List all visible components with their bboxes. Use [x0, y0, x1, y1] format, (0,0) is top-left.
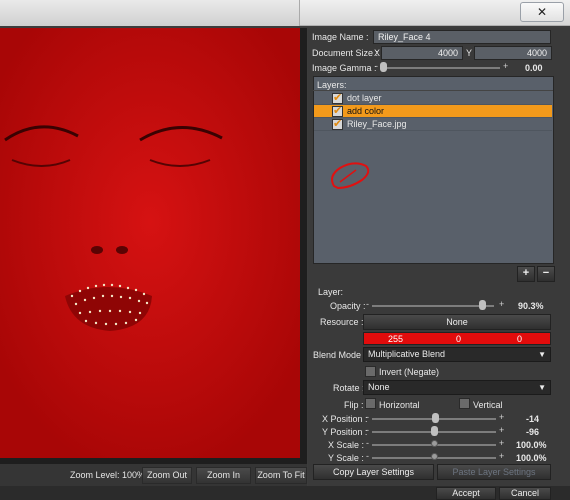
y-scale-plus: + [499, 451, 505, 461]
y-position-thumb[interactable] [431, 426, 438, 436]
opacity-minus: - [366, 299, 369, 309]
face-image [0, 28, 300, 458]
image-name-label: Image Name : [312, 32, 369, 42]
blend-mode-select[interactable]: Multiplicative Blend ▼ [363, 347, 551, 362]
accept-button[interactable]: Accept [436, 487, 496, 500]
opacity-slider-thumb[interactable] [479, 300, 487, 310]
y-scale-value: 100.0% [516, 453, 547, 463]
y-position-minus: - [366, 425, 369, 435]
title-bar: ✕ [0, 0, 570, 26]
layers-header: Layers: [317, 80, 347, 90]
layer-visibility-checkbox[interactable] [332, 117, 343, 130]
rotate-select[interactable]: None ▼ [363, 380, 551, 395]
image-canvas[interactable] [0, 28, 300, 458]
y-position-value: -96 [526, 427, 540, 437]
y-position-label: Y Position : [322, 427, 368, 437]
x-scale-thumb[interactable] [431, 440, 438, 447]
canvas-window-titlebar [0, 0, 300, 26]
close-button[interactable]: ✕ [520, 2, 564, 22]
gamma-value: 0.00 [525, 63, 543, 73]
doc-x-field[interactable]: 4000 [381, 46, 463, 60]
blend-mode-label: Blend Mode : [313, 350, 367, 360]
flip-vertical-checkbox[interactable] [459, 398, 470, 409]
invert-label: Invert (Negate) [379, 367, 440, 377]
x-scale-plus: + [499, 438, 505, 448]
color-b-value: 0 [517, 334, 523, 344]
layer-row-add-color[interactable]: add color [314, 104, 552, 118]
zoom-toolbar: Zoom Level: 100% Zoom Out Zoom In Zoom T… [0, 464, 307, 486]
zoom-out-button[interactable]: Zoom Out [142, 467, 192, 484]
resource-label: Resource : [320, 317, 364, 327]
rotate-value: None [368, 382, 390, 392]
gamma-slider-track[interactable] [380, 67, 500, 69]
opacity-slider-track[interactable] [372, 305, 494, 307]
image-gamma-label: Image Gamma : [312, 63, 377, 73]
canvas-frame [0, 28, 307, 464]
copy-layer-settings-button[interactable]: Copy Layer Settings [313, 464, 434, 480]
x-scale-minus: - [366, 438, 369, 448]
blend-mode-value: Multiplicative Blend [368, 349, 446, 359]
canvas-vertical-scrollbar[interactable] [300, 28, 307, 458]
layer-name: dot layer [347, 93, 382, 103]
doc-y-label: Y [466, 48, 473, 58]
cancel-button[interactable]: Cancel [499, 487, 551, 500]
flip-label: Flip : [344, 400, 364, 410]
y-position-plus: + [499, 425, 505, 435]
chevron-down-icon: ▼ [538, 350, 546, 359]
paste-layer-settings-button[interactable]: Paste Layer Settings [437, 464, 551, 480]
zoom-in-button[interactable]: Zoom In [196, 467, 251, 484]
rotate-label: Rotate : [333, 383, 365, 393]
x-position-label: X Position : [322, 414, 368, 424]
gamma-slider-thumb[interactable] [380, 62, 387, 72]
remove-layer-button[interactable]: − [537, 266, 555, 282]
x-position-thumb[interactable] [432, 413, 439, 423]
doc-x-label: X [374, 48, 381, 58]
layer-visibility-checkbox[interactable] [332, 91, 343, 104]
doc-y-field[interactable]: 4000 [474, 46, 552, 60]
opacity-plus: + [499, 299, 505, 309]
flip-horizontal-label: Horizontal [379, 400, 420, 410]
red-annotation-scribble [331, 162, 370, 190]
layer-row-dot-layer[interactable]: dot layer [314, 91, 552, 105]
flip-vertical-label: Vertical [473, 400, 503, 410]
document-size-label: Document Size : [312, 48, 379, 58]
image-name-field[interactable]: Riley_Face 4 [373, 30, 551, 44]
gamma-minus: - [375, 61, 378, 71]
opacity-value: 90.3% [518, 301, 544, 311]
zoom-level-label: Zoom Level: 100% [70, 470, 146, 480]
y-scale-label: Y Scale : [328, 453, 364, 463]
layers-divider [313, 90, 553, 91]
flip-horizontal-checkbox[interactable] [365, 398, 376, 409]
invert-checkbox[interactable] [365, 366, 376, 377]
layer-name: Riley_Face.jpg [347, 119, 407, 129]
resource-button[interactable]: None [363, 314, 551, 330]
x-position-value: -14 [526, 414, 540, 424]
y-scale-thumb[interactable] [431, 453, 438, 460]
color-g-value: 0 [456, 334, 462, 344]
layer-name: add color [347, 106, 385, 116]
close-icon: ✕ [536, 5, 548, 19]
add-layer-button[interactable]: + [517, 266, 535, 282]
y-scale-minus: - [366, 451, 369, 461]
gamma-plus: + [503, 61, 509, 71]
opacity-label: Opacity : [330, 301, 366, 311]
x-scale-label: X Scale : [328, 440, 365, 450]
x-position-minus: - [366, 412, 369, 422]
chevron-down-icon: ▼ [538, 383, 546, 392]
layer-visibility-checkbox[interactable] [332, 104, 343, 117]
x-scale-value: 100.0% [516, 440, 547, 450]
layer-section-label: Layer: [318, 287, 344, 297]
color-r-value: 255 [388, 334, 404, 344]
layer-row-riley-face[interactable]: Riley_Face.jpg [314, 117, 552, 131]
layer-color-swatch[interactable]: 255 0 0 [363, 332, 551, 345]
zoom-to-fit-button[interactable]: Zoom To Fit [255, 467, 307, 484]
x-position-plus: + [499, 412, 505, 422]
